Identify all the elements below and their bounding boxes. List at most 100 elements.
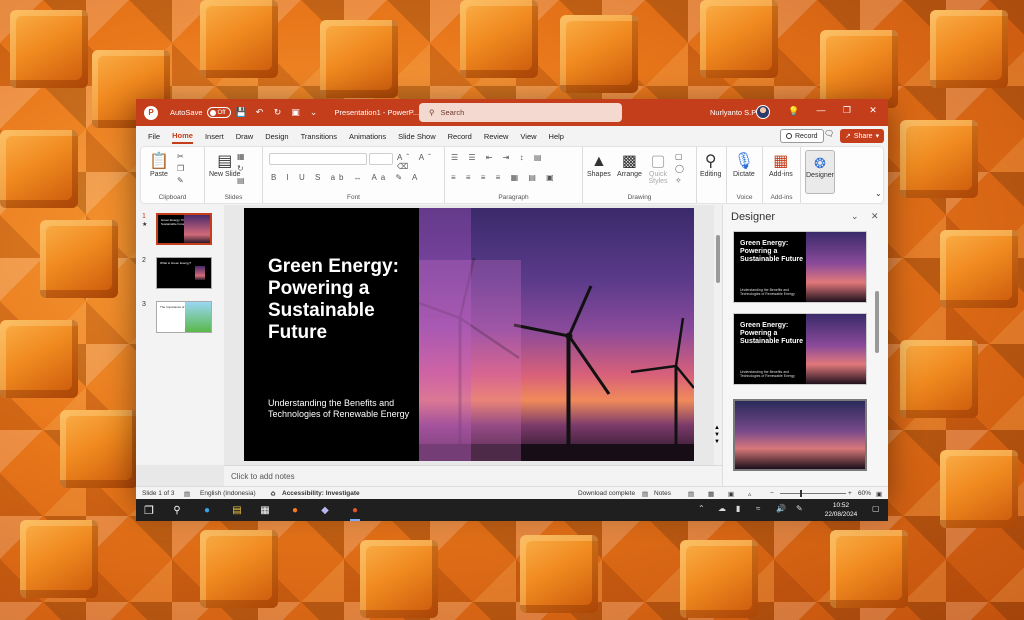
- undo-icon[interactable]: ↶: [253, 107, 267, 118]
- lightbulb-icon[interactable]: 💡: [788, 106, 799, 117]
- current-slide[interactable]: Green Energy: Powering a Sustainable Fut…: [244, 208, 694, 461]
- zoom-slider[interactable]: [780, 493, 846, 494]
- tab-animations[interactable]: Animations: [349, 130, 386, 143]
- align-buttons[interactable]: ≡ ≡ ≡ ≡ ▦ ▤ ▣: [451, 173, 558, 182]
- store-icon[interactable]: ▦: [258, 503, 272, 517]
- scrollbar-thumb[interactable]: [716, 235, 720, 283]
- tab-view[interactable]: View: [520, 130, 536, 143]
- editing-button[interactable]: ⚲ Editing: [700, 153, 721, 178]
- share-icon: ↗: [845, 133, 851, 140]
- addins-label: Add-ins: [770, 194, 793, 201]
- minimize-icon[interactable]: —: [814, 105, 828, 115]
- search-icon: ⚲: [429, 108, 435, 117]
- tab-design[interactable]: Design: [265, 130, 288, 143]
- comment-icon[interactable]: 🗨: [824, 129, 834, 138]
- tab-file[interactable]: File: [148, 130, 160, 143]
- app-icon[interactable]: ◆: [318, 503, 332, 517]
- save-icon[interactable]: 💾: [235, 107, 249, 118]
- battery-icon[interactable]: ▮: [736, 504, 740, 513]
- arrange-button[interactable]: ▩ Arrange: [617, 153, 642, 178]
- onedrive-icon[interactable]: ☁: [718, 504, 726, 513]
- zoom-slider-handle[interactable]: [800, 490, 802, 497]
- design-idea-2[interactable]: Green Energy: Powering a Sustainable Fut…: [733, 313, 867, 385]
- firefox-icon[interactable]: ●: [288, 503, 302, 517]
- avatar[interactable]: [756, 105, 770, 119]
- paste-button[interactable]: 📋 Paste: [149, 153, 169, 178]
- slideshow-icon[interactable]: ▵: [748, 490, 751, 498]
- zoom-level[interactable]: 60%: [858, 490, 871, 497]
- chevron-up-icon[interactable]: ⌃: [698, 504, 705, 513]
- notes-icon: ▤: [642, 491, 649, 498]
- designer-button[interactable]: ❂ Designer: [805, 150, 835, 194]
- zoom-in-icon[interactable]: +: [848, 490, 852, 497]
- slide-thumbnail-1[interactable]: Green Energy: Powering a Sustainable Fut…: [156, 213, 212, 245]
- slide-thumbnail-3[interactable]: The Importance of Green Energy: [156, 301, 212, 333]
- new-slide-button[interactable]: ▤ New Slide: [209, 153, 241, 178]
- search-input[interactable]: ⚲ Search: [419, 103, 622, 122]
- quick-styles-button[interactable]: ▢ Quick Styles: [647, 153, 669, 185]
- record-button[interactable]: Record: [780, 129, 824, 143]
- collapse-ribbon-icon[interactable]: ⌄: [875, 189, 882, 198]
- slide-thumbnail-2[interactable]: What is Green Energy?: [156, 257, 212, 289]
- slide-sorter-icon[interactable]: ▦: [708, 490, 714, 498]
- addins-button[interactable]: ▦ Add-ins: [769, 153, 793, 178]
- font-size-select[interactable]: [369, 153, 393, 165]
- slide-layout-tools[interactable]: ▦ ↻ ▤: [237, 151, 245, 187]
- autosave-toggle[interactable]: Off: [206, 107, 231, 118]
- tab-home[interactable]: Home: [172, 129, 193, 144]
- slide-title[interactable]: Green Energy: Powering a Sustainable Fut…: [268, 256, 418, 344]
- slide-thumbnails-pane: 1 ★ Green Energy: Powering a Sustainable…: [136, 205, 224, 465]
- restore-icon[interactable]: ❐: [840, 105, 854, 116]
- slide-subtitle[interactable]: Understanding the Benefits and Technolog…: [268, 398, 418, 420]
- tab-insert[interactable]: Insert: [205, 130, 224, 143]
- tab-record[interactable]: Record: [448, 130, 472, 143]
- tab-transitions[interactable]: Transitions: [301, 130, 337, 143]
- zoom-out-icon[interactable]: −: [770, 490, 774, 497]
- font-name-select[interactable]: [269, 153, 367, 165]
- shape-format-tools[interactable]: ▢ ◯ ✧: [675, 151, 684, 187]
- font-format-buttons[interactable]: B I U S ab ↔ Aa ✎ A: [271, 173, 421, 182]
- font-size-buttons[interactable]: Aˆ Aˇ ⌫: [397, 153, 444, 171]
- scroll-arrows[interactable]: ▲ ▼ ▼: [714, 425, 720, 446]
- tab-draw[interactable]: Draw: [236, 130, 254, 143]
- tab-review[interactable]: Review: [484, 130, 509, 143]
- spellcheck-icon[interactable]: ▤: [184, 490, 190, 498]
- normal-view-icon[interactable]: ▤: [688, 490, 694, 498]
- design-idea-3[interactable]: [733, 399, 867, 471]
- accessibility-status[interactable]: Accessibility: Investigate: [282, 490, 360, 497]
- clipboard-tools[interactable]: ✂ ❐ ✎: [177, 151, 184, 187]
- windows-start-icon[interactable]: ❐: [142, 503, 156, 517]
- notifications-icon[interactable]: ▢: [872, 504, 880, 513]
- fit-to-window-icon[interactable]: ▣: [876, 490, 882, 498]
- file-explorer-icon[interactable]: ▤: [230, 503, 244, 517]
- reading-view-icon[interactable]: ▣: [728, 490, 734, 498]
- present-icon[interactable]: ▣: [289, 107, 303, 118]
- share-button[interactable]: ↗ Share ▾: [840, 129, 885, 143]
- pen-icon[interactable]: ✎: [796, 504, 803, 513]
- system-clock[interactable]: 10:52 22/08/2024: [816, 501, 866, 519]
- volume-icon[interactable]: 🔊: [776, 504, 786, 513]
- tab-slide-show[interactable]: Slide Show: [398, 130, 436, 143]
- shapes-button[interactable]: ▲ Shapes: [587, 153, 611, 178]
- notes-button[interactable]: Notes: [654, 490, 671, 497]
- scrollbar-thumb[interactable]: [875, 291, 879, 353]
- autosave-control[interactable]: AutoSave Off: [170, 107, 231, 118]
- designer-scrollbar[interactable]: [873, 205, 881, 486]
- list-buttons[interactable]: ☰ ☰ ⇤ ⇥ ↕ ▤: [451, 153, 545, 162]
- close-icon[interactable]: ✕: [866, 105, 880, 116]
- chevron-down-icon[interactable]: ⌄: [851, 211, 859, 222]
- design-idea-1[interactable]: Green Energy: Powering a Sustainable Fut…: [733, 231, 867, 303]
- edge-icon[interactable]: ●: [200, 503, 214, 517]
- notes-pane[interactable]: Click to add notes: [224, 465, 722, 486]
- powerpoint-icon[interactable]: ●: [348, 503, 362, 521]
- dictate-button[interactable]: 🎙 Dictate: [733, 153, 755, 178]
- customize-qat-icon[interactable]: ⌄: [307, 107, 321, 118]
- wifi-icon[interactable]: ≈: [756, 504, 760, 513]
- tab-help[interactable]: Help: [549, 130, 564, 143]
- user-name[interactable]: Nurlyanto S.Pd: [710, 108, 760, 117]
- powerpoint-icon[interactable]: P: [144, 105, 158, 120]
- search-icon[interactable]: ⚲: [170, 503, 184, 517]
- language-status[interactable]: English (Indonesia): [200, 490, 256, 497]
- editor-scrollbar[interactable]: ▲ ▼ ▼: [714, 205, 722, 465]
- redo-icon[interactable]: ↻: [271, 107, 285, 118]
